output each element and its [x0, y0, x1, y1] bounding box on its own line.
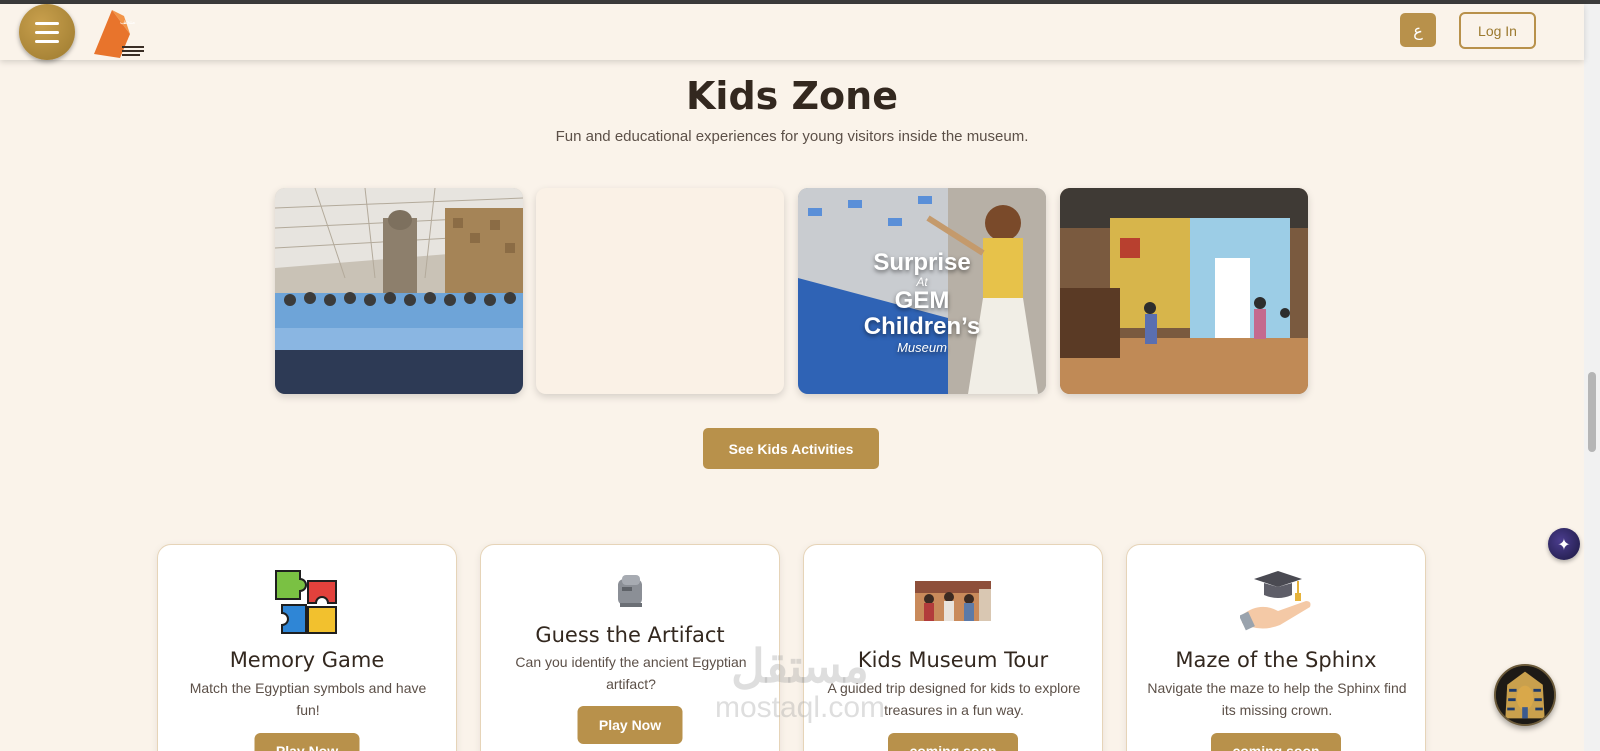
- game-title: Memory Game: [229, 648, 385, 672]
- gallery-photo-school-visit[interactable]: [275, 188, 523, 394]
- museum-logo[interactable]: متحف: [90, 6, 150, 60]
- play-now-button[interactable]: Play Now: [254, 733, 360, 751]
- menu-button[interactable]: [19, 4, 75, 60]
- login-button[interactable]: Log In: [1459, 12, 1536, 49]
- hamburger-icon-line: [35, 30, 59, 34]
- game-description: Match the Egyptian symbols and have fun!: [189, 680, 427, 718]
- site-header: متحف ع Log In: [0, 4, 1584, 60]
- graduation-cap-icon: [1239, 569, 1312, 631]
- photo-overlay-text: Surprise At GEM Children’s Museum: [863, 249, 981, 356]
- hamburger-icon-line: [35, 39, 59, 43]
- page-subtitle: Fun and educational experiences for youn…: [555, 128, 1029, 145]
- play-now-button[interactable]: Play Now: [577, 706, 683, 744]
- watermark: مستقل mostaql.com: [714, 640, 886, 724]
- tour-photo-icon: [915, 581, 991, 621]
- pharaoh-chat-icon[interactable]: [1494, 664, 1556, 726]
- svg-text:متحف: متحف: [120, 19, 135, 26]
- gallery-photo-play-area[interactable]: [1060, 188, 1308, 394]
- coming-soon-button[interactable]: coming soon: [1211, 733, 1341, 751]
- game-description: Navigate the maze to help the Sphinx fin…: [1147, 680, 1407, 718]
- coming-soon-button[interactable]: coming soon: [888, 733, 1018, 751]
- game-title: Maze of the Sphinx: [1175, 648, 1377, 672]
- see-kids-activities-button[interactable]: See Kids Activities: [703, 428, 879, 469]
- ai-assistant-icon[interactable]: ✦: [1548, 528, 1580, 560]
- hamburger-icon-line: [35, 21, 59, 25]
- puzzle-icon: [272, 567, 342, 637]
- game-card-sphinx-maze[interactable]: Maze of the Sphinx Navigate the maze to …: [1126, 544, 1426, 751]
- statue-icon: [612, 573, 648, 609]
- language-toggle-button[interactable]: ع: [1400, 13, 1436, 47]
- gallery-photo-childrens-museum[interactable]: Surprise At GEM Children’s Museum: [798, 188, 1046, 394]
- page-title: Kids Zone: [685, 74, 898, 118]
- gallery-photo-placeholder[interactable]: [536, 188, 784, 394]
- scrollbar-thumb[interactable]: [1588, 372, 1596, 452]
- game-card-memory[interactable]: Memory Game Match the Egyptian symbols a…: [157, 544, 457, 751]
